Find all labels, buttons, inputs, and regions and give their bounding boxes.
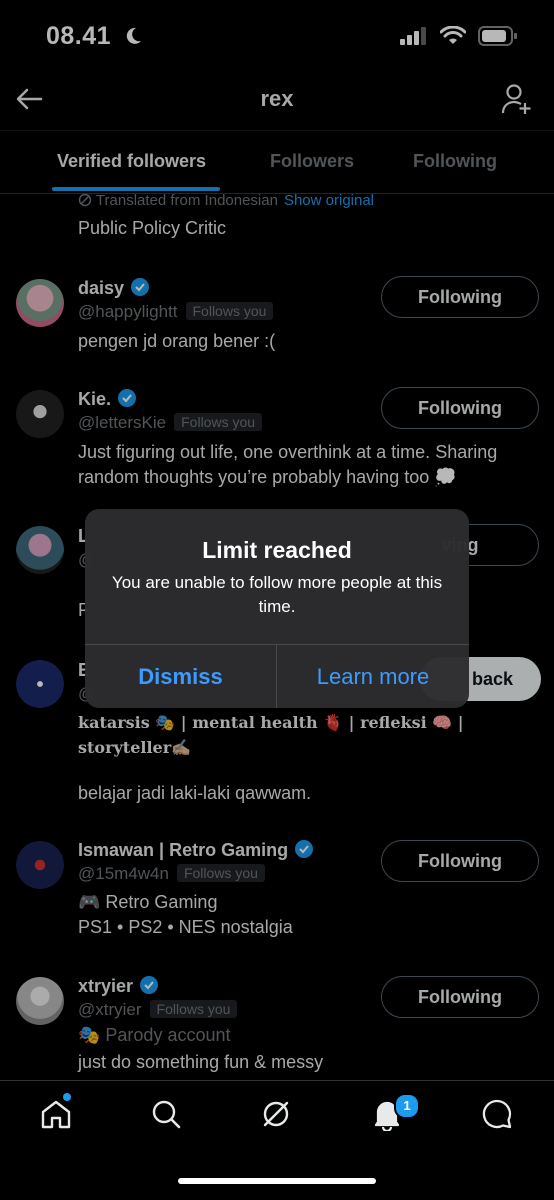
home-unread-dot xyxy=(63,1093,71,1101)
verified-badge-icon xyxy=(131,278,150,296)
user-bio-line-1: 🎮 Retro Gaming xyxy=(78,892,218,912)
avatar[interactable] xyxy=(16,660,64,708)
user-name[interactable]: daisy xyxy=(78,277,150,299)
limit-reached-dialog: Limit reached You are unable to follow m… xyxy=(85,509,469,708)
tab-followers[interactable]: Followers xyxy=(270,151,354,172)
following-button[interactable]: Following xyxy=(381,387,539,429)
status-time: 08.41 xyxy=(46,22,143,51)
following-button[interactable]: Following xyxy=(381,276,539,318)
avatar[interactable] xyxy=(16,526,64,574)
status-icons xyxy=(400,26,518,46)
verified-badge-icon xyxy=(140,976,159,994)
dialog-message: You are unable to follow more people at … xyxy=(111,573,443,616)
follows-you-badge: Follows you xyxy=(185,302,274,320)
user-bio-line-3: belajar jadi laki-laki qawwam. xyxy=(78,783,312,803)
top-nav: rex xyxy=(0,72,554,130)
user-name[interactable]: xtryier xyxy=(78,975,159,997)
parody-label: 🎭 Parody account xyxy=(78,1025,231,1045)
translated-note: Translated from Indonesian Show original xyxy=(78,192,374,209)
messages-icon[interactable] xyxy=(480,1097,514,1131)
home-icon[interactable] xyxy=(39,1097,73,1131)
notification-count-badge: 1 xyxy=(394,1093,420,1119)
search-icon[interactable] xyxy=(149,1097,183,1131)
follows-you-badge: Follows you xyxy=(149,1000,238,1018)
dismiss-button[interactable]: Dismiss xyxy=(85,645,276,708)
grok-icon[interactable] xyxy=(259,1097,293,1131)
user-bio-line-2: storyteller✍🏼 xyxy=(78,738,192,757)
translate-icon xyxy=(78,193,92,207)
following-button[interactable]: Following xyxy=(381,840,539,882)
home-indicator xyxy=(178,1178,376,1184)
user-bio-line-2: PS1 • PS2 • NES nostalgia xyxy=(78,917,293,937)
learn-more-button[interactable]: Learn more xyxy=(277,645,469,708)
user-handle: @happylightt Follows you xyxy=(78,302,274,322)
tab-bar: Verified followers Followers Following xyxy=(0,130,554,194)
tab-following[interactable]: Following xyxy=(413,151,497,172)
user-name[interactable]: Ismawan | Retro Gaming xyxy=(78,839,314,861)
avatar[interactable] xyxy=(16,841,64,889)
user-name[interactable]: Kie. xyxy=(78,388,137,410)
tab-verified-followers[interactable]: Verified followers xyxy=(57,151,206,172)
avatar[interactable] xyxy=(16,279,64,327)
verified-badge-icon xyxy=(118,389,137,407)
avatar[interactable] xyxy=(16,977,64,1025)
follows-you-badge: Follows you xyxy=(174,413,263,431)
previous-user-bio: Public Policy Critic xyxy=(78,218,227,238)
user-bio: just do something fun & messy xyxy=(78,1052,324,1072)
user-bio: Just figuring out life, one overthink at… xyxy=(78,442,498,487)
user-bio-line-1: katarsis 🎭 | mental health 🫀 | refleksi … xyxy=(78,713,464,732)
moon-icon xyxy=(126,27,141,44)
verified-badge-icon xyxy=(295,840,314,858)
following-button[interactable]: Following xyxy=(381,976,539,1018)
avatar[interactable] xyxy=(16,390,64,438)
status-bar: 08.41 xyxy=(0,0,554,72)
battery-icon xyxy=(478,26,517,46)
page-title: rex xyxy=(260,86,294,111)
wifi-icon xyxy=(440,26,466,44)
active-tab-indicator xyxy=(52,187,220,191)
user-bio: pengen jd orang bener :( xyxy=(78,331,276,351)
show-original-link[interactable]: Show original xyxy=(284,192,374,209)
follows-you-badge: Follows you xyxy=(176,864,265,882)
user-handle: @lettersKie Follows you xyxy=(78,413,263,433)
signal-icon xyxy=(400,27,426,45)
translated-text: Translated from Indonesian xyxy=(95,192,278,209)
dialog-title: Limit reached xyxy=(202,537,352,563)
add-user-icon[interactable] xyxy=(500,82,532,116)
user-handle: @xtryier Follows you xyxy=(78,1000,238,1020)
user-handle: @15m4w4n Follows you xyxy=(78,864,265,884)
